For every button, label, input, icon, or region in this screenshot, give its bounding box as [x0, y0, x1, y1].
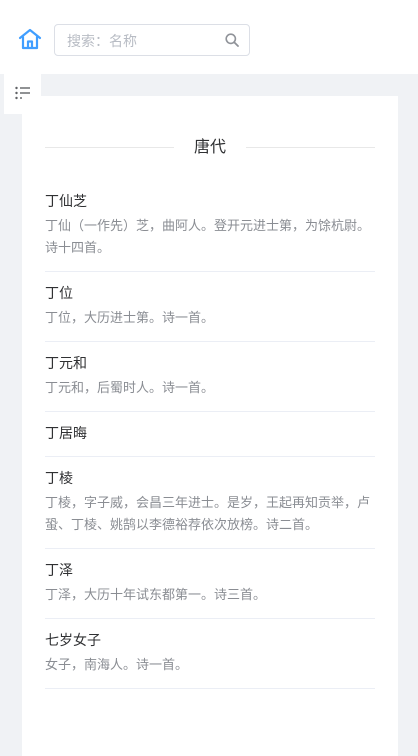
poet-name: 丁泽 [45, 562, 73, 578]
poet-desc: 丁泽，大历十年试东都第一。诗三首。 [45, 587, 267, 602]
list-item[interactable]: 丁元和 丁元和，后蜀时人。诗一首。 [45, 342, 375, 412]
poet-desc: 丁位，大历进士第。诗一首。 [45, 310, 215, 325]
poet-desc: 丁棱，字子威，会昌三年进士。是岁，王起再知贡举，卢蛩、丁棱、姚鹄以李德裕荐依次放… [45, 495, 371, 532]
poet-name: 丁位 [45, 285, 73, 301]
list-item[interactable]: 丁居晦 [45, 412, 375, 457]
poet-name: 丁居晦 [45, 425, 87, 441]
poet-name: 七岁女子 [45, 632, 101, 648]
home-icon [18, 28, 42, 50]
poet-list: 丁仙芝 丁仙（一作先）芝，曲阿人。登开元进士第，为馀杭尉。诗十四首。 丁位 丁位… [45, 180, 375, 689]
poet-name: 丁元和 [45, 355, 87, 371]
list-item[interactable]: 丁棱 丁棱，字子威，会昌三年进士。是岁，王起再知贡举，卢蛩、丁棱、姚鹄以李德裕荐… [45, 457, 375, 549]
content-card: 唐代 丁仙芝 丁仙（一作先）芝，曲阿人。登开元进士第，为馀杭尉。诗十四首。 丁位… [22, 96, 398, 756]
poet-desc: 丁仙（一作先）芝，曲阿人。登开元进士第，为馀杭尉。诗十四首。 [45, 218, 371, 255]
search-input[interactable] [65, 25, 219, 57]
poet-desc: 丁元和，后蜀时人。诗一首。 [45, 380, 215, 395]
section-title: 唐代 [173, 136, 247, 160]
home-button[interactable] [18, 28, 44, 52]
list-item[interactable]: 七岁女子 女子，南海人。诗一首。 [45, 619, 375, 689]
poet-desc: 女子，南海人。诗一首。 [45, 657, 189, 672]
top-bar [0, 0, 418, 74]
list-item[interactable]: 丁仙芝 丁仙（一作先）芝，曲阿人。登开元进士第，为馀杭尉。诗十四首。 [45, 180, 375, 272]
poet-name: 丁棱 [45, 470, 73, 486]
search-box [54, 24, 250, 57]
list-item[interactable]: 丁泽 丁泽，大历十年试东都第一。诗三首。 [45, 549, 375, 619]
section-divider: 唐代 [45, 136, 375, 160]
search-icon[interactable] [225, 33, 239, 47]
poet-name: 丁仙芝 [45, 193, 87, 209]
list-item[interactable]: 丁位 丁位，大历进士第。诗一首。 [45, 272, 375, 342]
